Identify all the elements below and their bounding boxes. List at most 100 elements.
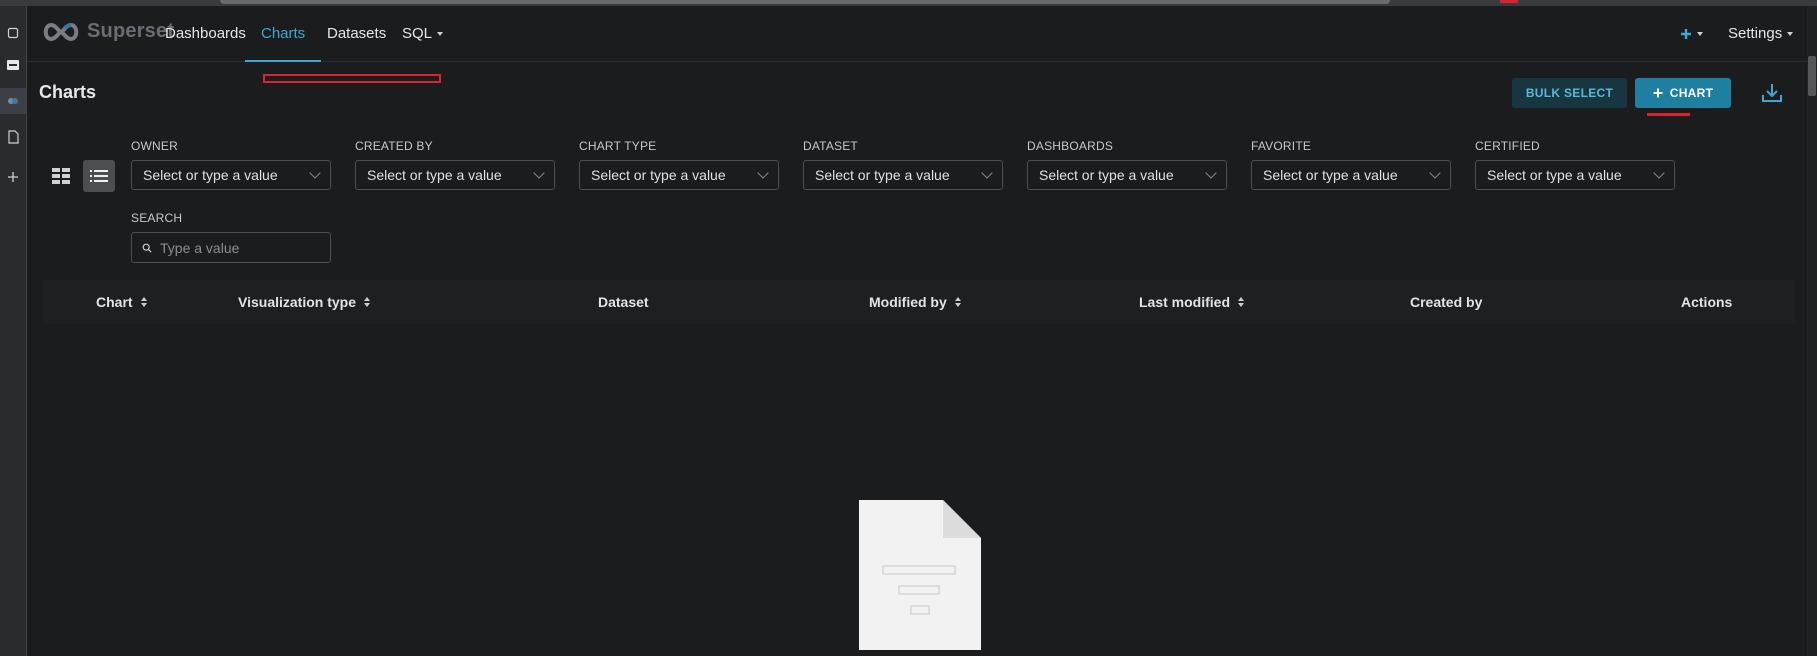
- list-view-icon: [90, 170, 108, 182]
- column-label: Chart: [96, 294, 133, 310]
- created-by-select[interactable]: Select or type a value: [355, 160, 555, 190]
- select-placeholder: Select or type a value: [367, 167, 502, 183]
- filter-dashboards: DASHBOARDS Select or type a value: [1027, 138, 1227, 190]
- superset-shortcut-icon[interactable]: [0, 88, 26, 114]
- column-label: Last modified: [1139, 294, 1231, 310]
- sort-icon: [140, 297, 147, 307]
- settings-label: Settings: [1728, 25, 1783, 42]
- column-header-last-modified[interactable]: Last modified: [1139, 294, 1245, 310]
- chevron-down-icon: [757, 167, 769, 179]
- nav-charts[interactable]: Charts: [244, 6, 322, 62]
- column-header-chart[interactable]: Chart: [96, 294, 147, 310]
- sort-icon: [1238, 297, 1245, 307]
- column-label: Actions: [1681, 294, 1733, 310]
- filter-favorite: FAVORITE Select or type a value: [1251, 138, 1451, 190]
- nav-sql[interactable]: SQL: [402, 6, 444, 61]
- chevron-down-icon: [1429, 167, 1441, 179]
- filter-label: DATASET: [803, 139, 858, 153]
- caret-down-icon: [437, 32, 444, 37]
- column-header-dataset: Dataset: [598, 294, 649, 310]
- top-navbar: Superset Dashboards Charts Datasets SQL …: [27, 6, 1817, 62]
- page-scrollbar-thumb[interactable]: [1808, 56, 1816, 96]
- document-icon[interactable]: [0, 124, 26, 150]
- select-placeholder: Select or type a value: [591, 167, 726, 183]
- browser-tab-strip: [220, 0, 1390, 4]
- filter-label: CHART TYPE: [579, 139, 657, 153]
- list-view-toggle[interactable]: [83, 160, 115, 192]
- caret-down-icon: [1697, 32, 1703, 37]
- column-header-actions: Actions: [1681, 294, 1732, 310]
- nav-dashboards[interactable]: Dashboards: [165, 6, 246, 61]
- bulk-select-button[interactable]: BULK SELECT: [1512, 78, 1627, 108]
- select-placeholder: Select or type a value: [1487, 167, 1622, 183]
- filters-panel: OWNER Select or type a value CREATED BY …: [43, 122, 1798, 280]
- filter-dataset: DATASET Select or type a value: [803, 138, 1003, 190]
- superset-logo-icon: [43, 22, 79, 41]
- sort-icon: [364, 297, 370, 307]
- dataset-select[interactable]: Select or type a value: [803, 160, 1003, 190]
- page-title: Charts: [39, 82, 97, 102]
- nav-datasets[interactable]: Datasets: [327, 6, 386, 61]
- select-placeholder: Select or type a value: [1039, 167, 1174, 183]
- superset-logo[interactable]: Superset: [41, 20, 174, 43]
- column-header-created-by: Created by: [1410, 294, 1482, 310]
- charts-table: Chart Visualization type Dataset Modifie…: [43, 280, 1795, 656]
- tab-icon[interactable]: [0, 20, 26, 46]
- annotation-mark: [1500, 0, 1518, 3]
- add-chart-label: CHART: [1669, 86, 1714, 100]
- chart-type-select[interactable]: Select or type a value: [579, 160, 779, 190]
- favorite-select[interactable]: Select or type a value: [1251, 160, 1451, 190]
- chevron-down-icon: [309, 167, 321, 179]
- settings-menu[interactable]: Settings: [1728, 6, 1794, 61]
- dashboards-select[interactable]: Select or type a value: [1027, 160, 1227, 190]
- select-placeholder: Select or type a value: [1263, 167, 1398, 183]
- filter-certified: CERTIFIED Select or type a value: [1475, 138, 1675, 190]
- column-label: Dataset: [598, 294, 649, 310]
- owner-select[interactable]: Select or type a value: [131, 160, 331, 190]
- download-icon[interactable]: [1759, 80, 1785, 106]
- select-placeholder: Select or type a value: [143, 167, 278, 183]
- add-icon[interactable]: [0, 164, 26, 190]
- filter-chart-type: CHART TYPE Select or type a value: [579, 138, 779, 190]
- column-label: Visualization type: [238, 294, 356, 310]
- column-label: Created by: [1410, 294, 1483, 310]
- filter-label: CREATED BY: [355, 139, 433, 153]
- chevron-down-icon: [1653, 167, 1665, 179]
- table-header: Chart Visualization type Dataset Modifie…: [43, 280, 1795, 324]
- add-chart-button[interactable]: CHART: [1635, 78, 1731, 108]
- filter-label: CERTIFIED: [1475, 139, 1540, 153]
- filter-search: SEARCH: [131, 210, 331, 263]
- grid-view-icon: [52, 168, 70, 184]
- filter-label: DASHBOARDS: [1027, 139, 1114, 153]
- plus-icon: [1653, 88, 1663, 98]
- page-scrollbar-track[interactable]: [1807, 6, 1817, 656]
- caret-down-icon: [1787, 32, 1794, 37]
- filter-created-by: CREATED BY Select or type a value: [355, 138, 555, 190]
- filter-owner: OWNER Select or type a value: [131, 138, 331, 190]
- browser-side-toolbar: [0, 6, 27, 656]
- search-icon: [142, 243, 152, 253]
- column-header-visualization-type[interactable]: Visualization type: [238, 294, 370, 310]
- app-name: Superset: [87, 20, 175, 42]
- page-header: Charts BULK SELECT CHART: [27, 62, 1817, 122]
- column-header-modified-by[interactable]: Modified by: [869, 294, 961, 310]
- chevron-down-icon: [981, 167, 993, 179]
- search-field[interactable]: [131, 232, 331, 263]
- empty-state-document-icon: [859, 500, 981, 650]
- card-view-toggle[interactable]: [45, 160, 77, 192]
- select-placeholder: Select or type a value: [815, 167, 950, 183]
- nav-sql-label: SQL: [402, 25, 433, 42]
- sort-icon: [954, 297, 961, 307]
- new-item-menu[interactable]: [1680, 6, 1703, 61]
- chevron-down-icon: [1205, 167, 1217, 179]
- search-input[interactable]: [160, 239, 320, 256]
- column-label: Modified by: [869, 294, 947, 310]
- certified-select[interactable]: Select or type a value: [1475, 160, 1675, 190]
- app-shortcut-icon[interactable]: [0, 52, 26, 78]
- filter-label: FAVORITE: [1251, 139, 1312, 153]
- filter-label: SEARCH: [131, 211, 183, 225]
- annotation-underline: [1647, 113, 1690, 116]
- plus-icon: [1681, 29, 1691, 40]
- chevron-down-icon: [533, 167, 545, 179]
- filter-label: OWNER: [131, 139, 178, 153]
